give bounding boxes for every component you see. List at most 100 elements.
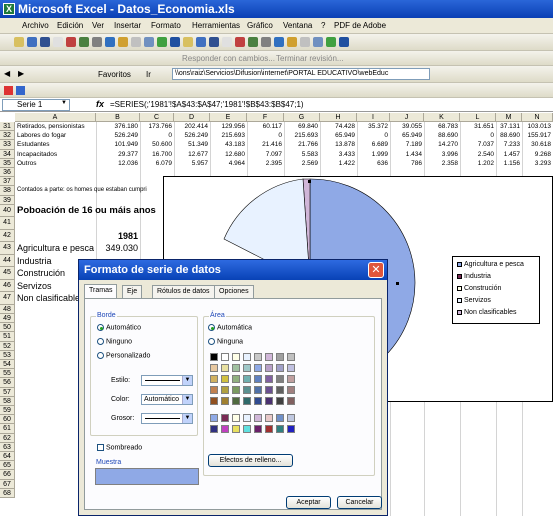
column-header-D[interactable]: D	[174, 113, 210, 122]
cell[interactable]: 376.180	[98, 122, 139, 131]
row-header[interactable]: 51	[0, 332, 15, 342]
color-swatch[interactable]	[254, 375, 262, 383]
row-header[interactable]: 65	[0, 461, 15, 471]
tab-3[interactable]: Opciones	[214, 285, 254, 298]
color-swatch[interactable]	[232, 425, 240, 433]
column-header-L[interactable]: L	[460, 113, 496, 122]
column-header-B[interactable]: B	[96, 113, 140, 122]
row-header[interactable]: 42	[0, 229, 15, 243]
column-header-K[interactable]: K	[424, 113, 460, 122]
color-swatch[interactable]	[254, 364, 262, 372]
cell[interactable]: 50.600	[142, 140, 173, 149]
cell[interactable]: 1981	[98, 230, 139, 243]
row-header[interactable]: 41	[0, 217, 15, 230]
cell[interactable]: 68.783	[426, 122, 459, 131]
menu-item-1[interactable]: Edición	[57, 21, 83, 30]
cell[interactable]: Outros	[17, 159, 95, 168]
cell[interactable]: 39.055	[392, 122, 423, 131]
cell[interactable]: 103.013	[524, 122, 552, 131]
cell[interactable]: 16.700	[142, 150, 173, 159]
row-header[interactable]: 57	[0, 387, 15, 397]
cell[interactable]: 636	[359, 159, 389, 168]
border-none-radio[interactable]: Ninguno	[97, 338, 132, 345]
row-header[interactable]: 37	[0, 177, 15, 187]
menu-item-5[interactable]: Herramientas	[192, 21, 240, 30]
row-header[interactable]: 68	[0, 488, 15, 498]
cell[interactable]: 1.156	[498, 159, 521, 168]
cell[interactable]: 30.618	[524, 140, 552, 149]
selection-handle[interactable]	[396, 282, 399, 285]
color-swatch[interactable]	[254, 353, 262, 361]
row-header[interactable]: 47	[0, 292, 15, 305]
cell[interactable]: 88.690	[426, 131, 459, 140]
cell[interactable]: 31.651	[462, 122, 495, 131]
cell[interactable]: 88.690	[498, 131, 521, 140]
color-swatch[interactable]	[221, 425, 229, 433]
cell[interactable]: 1.202	[462, 159, 495, 168]
color-swatch[interactable]	[287, 425, 295, 433]
cell[interactable]: 37.131	[498, 122, 521, 131]
column-header-M[interactable]: M	[496, 113, 522, 122]
cell[interactable]: 9.268	[524, 150, 552, 159]
color-swatch[interactable]	[265, 414, 273, 422]
color-swatch[interactable]	[254, 386, 262, 394]
row-header[interactable]: 44	[0, 254, 15, 268]
color-swatch[interactable]	[243, 364, 251, 372]
cell[interactable]: 51.349	[176, 140, 209, 149]
cell[interactable]: 2.569	[286, 159, 319, 168]
menu-item-0[interactable]: Archivo	[22, 21, 49, 30]
menu-item-7[interactable]: Ventana	[283, 21, 312, 30]
cell[interactable]: 21.766	[286, 140, 319, 149]
reply-changes-button[interactable]: Responder con cambios...	[182, 54, 275, 63]
toolbar-button-icon[interactable]	[170, 37, 180, 47]
cell[interactable]: 1.434	[392, 150, 423, 159]
color-swatch[interactable]	[232, 364, 240, 372]
row-header[interactable]: 55	[0, 369, 15, 379]
row-header[interactable]: 46	[0, 279, 15, 293]
row-header[interactable]: 38	[0, 186, 15, 196]
color-swatch[interactable]	[210, 386, 218, 394]
toolbar-button-icon[interactable]	[326, 37, 336, 47]
color-swatch[interactable]	[232, 375, 240, 383]
cell[interactable]: 101.949	[98, 140, 139, 149]
cell[interactable]: Poboación de 16 ou máis anos	[17, 205, 167, 218]
row-header[interactable]: 33	[0, 140, 15, 150]
row-header[interactable]: 63	[0, 442, 15, 452]
cell[interactable]: 3.433	[322, 150, 356, 159]
cell[interactable]: Retirados, pensionistas	[17, 122, 95, 131]
toolbar-button-icon[interactable]	[40, 37, 50, 47]
toolbar-button-icon[interactable]	[53, 37, 63, 47]
formula-input[interactable]: =SERIES(;'1981'!$A$43:$A$47;'1981'!$B$43…	[110, 100, 304, 109]
toolbar-button-icon[interactable]	[339, 37, 349, 47]
row-header[interactable]: 62	[0, 433, 15, 443]
end-review-button[interactable]: Terminar revisión...	[276, 54, 344, 63]
column-header-J[interactable]: J	[390, 113, 424, 122]
cell[interactable]: 2.358	[426, 159, 459, 168]
cell[interactable]: 0	[359, 131, 389, 140]
row-header[interactable]: 66	[0, 470, 15, 480]
legend-entry[interactable]: Construción	[457, 285, 501, 292]
menu-item-9[interactable]: PDF de Adobe	[334, 21, 386, 30]
toolbar-button-icon[interactable]	[144, 37, 154, 47]
cell[interactable]: 74.428	[322, 122, 356, 131]
cell[interactable]: 4.964	[212, 159, 246, 168]
color-swatch[interactable]	[265, 425, 273, 433]
cell[interactable]: 6.689	[359, 140, 389, 149]
column-header-C[interactable]: C	[140, 113, 174, 122]
toolbar-button-icon[interactable]	[222, 37, 232, 47]
color-swatch[interactable]	[232, 386, 240, 394]
cell[interactable]: 0	[142, 131, 173, 140]
cell[interactable]: 7.097	[249, 150, 283, 159]
menu-item-2[interactable]: Ver	[92, 21, 104, 30]
row-header[interactable]: 61	[0, 424, 15, 434]
cell[interactable]: 526.249	[98, 131, 139, 140]
tab-0[interactable]: Tramas	[84, 284, 118, 298]
address-field[interactable]: \\ons\raiz\Servicios\Difusion\internet\P…	[172, 68, 430, 80]
menu-item-8[interactable]: ?	[321, 21, 325, 30]
cell[interactable]: Contados a parte: os homes que estaban c…	[17, 186, 163, 195]
cell[interactable]: 29.377	[98, 150, 139, 159]
color-swatch[interactable]	[265, 375, 273, 383]
toolbar-button-icon[interactable]	[14, 37, 24, 47]
go-menu[interactable]: Ir	[146, 70, 151, 79]
cell[interactable]: 2.395	[249, 159, 283, 168]
